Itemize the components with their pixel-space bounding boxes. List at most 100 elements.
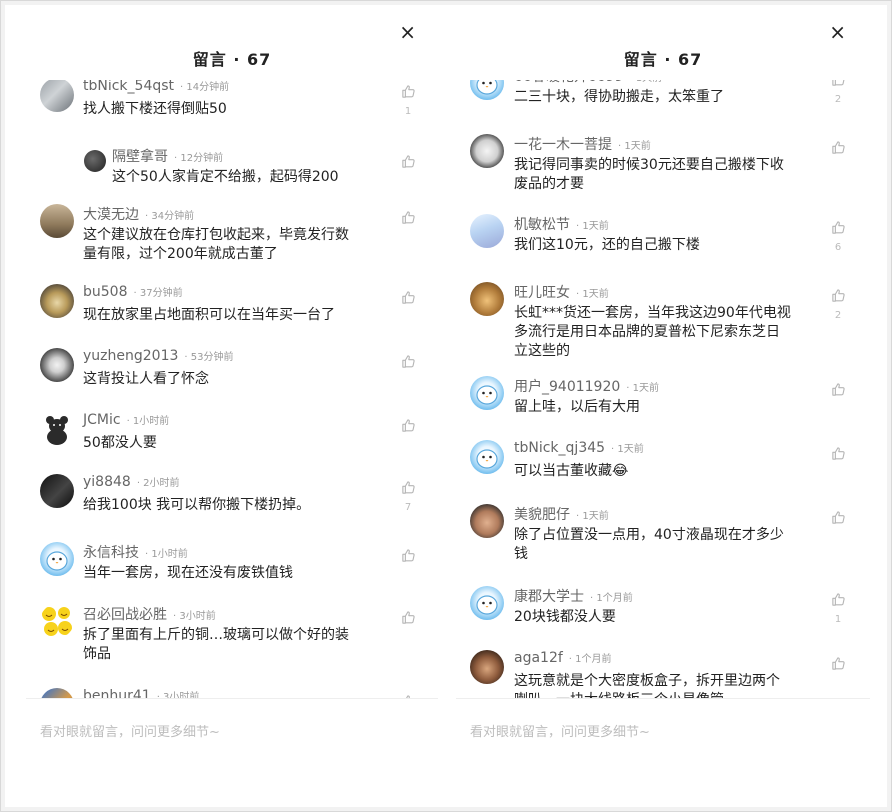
thumbs-up-icon[interactable]: [396, 480, 420, 495]
avatar[interactable]: [40, 412, 74, 446]
like-button[interactable]: [396, 290, 420, 323]
comment-username[interactable]: 旺儿旺女 · 1天前: [514, 282, 609, 302]
like-button[interactable]: [826, 446, 850, 479]
avatar[interactable]: [40, 474, 74, 508]
comment-username[interactable]: tbNick_qj345 · 1天前: [514, 440, 644, 456]
comment-username[interactable]: 大漠无边 · 34分钟前: [83, 204, 194, 224]
comment-input-bar[interactable]: 看对眼就留言，问问更多细节~: [26, 698, 438, 790]
avatar[interactable]: [40, 604, 74, 638]
comment-input-placeholder[interactable]: 看对眼就留言，问问更多细节~: [40, 721, 220, 740]
thumbs-up-icon[interactable]: [396, 84, 420, 99]
username-text[interactable]: 康郡大学士: [514, 589, 584, 605]
thumbs-up-icon[interactable]: [826, 656, 850, 671]
comment-username[interactable]: 康郡大学士 · 1个月前: [514, 586, 633, 606]
thumbs-up-icon[interactable]: [396, 210, 420, 225]
avatar[interactable]: [40, 348, 74, 382]
like-button[interactable]: [826, 382, 850, 415]
comment-username[interactable]: 隔壁拿哥 · 12分钟前: [112, 146, 223, 166]
comment-username[interactable]: 召必回战必胜 · 3小时前: [83, 604, 216, 624]
comment-username[interactable]: tbNick_54qst · 14分钟前: [83, 80, 229, 94]
thumbs-up-icon[interactable]: [826, 288, 850, 303]
comment-username[interactable]: bu508 · 37分钟前: [83, 284, 183, 300]
thumbs-up-icon[interactable]: [826, 140, 850, 155]
close-icon[interactable]: ×: [829, 22, 846, 44]
thumbs-up-icon[interactable]: [396, 154, 420, 169]
like-button[interactable]: 7: [396, 480, 420, 513]
avatar[interactable]: [40, 80, 74, 112]
username-text[interactable]: tbNick_qj345: [514, 440, 605, 456]
username-text[interactable]: aga12f: [514, 650, 563, 666]
avatar[interactable]: [40, 204, 74, 238]
avatar[interactable]: [470, 134, 504, 168]
avatar[interactable]: [470, 282, 504, 316]
comment-username[interactable]: aga12f · 1个月前: [514, 650, 612, 666]
comment-username[interactable]: yuzheng2013 · 53分钟前: [83, 348, 233, 364]
username-text[interactable]: 66春暖花开6699: [514, 80, 623, 85]
comment-username[interactable]: JCMic · 1小时前: [83, 412, 169, 428]
thumbs-up-icon[interactable]: [826, 220, 850, 235]
comment-input-bar[interactable]: 看对眼就留言，问问更多细节~: [456, 698, 870, 790]
thumbs-up-icon[interactable]: [826, 80, 850, 87]
thumbs-up-icon[interactable]: [396, 290, 420, 305]
comment-username[interactable]: yi8848 · 2小时前: [83, 474, 180, 490]
avatar[interactable]: [40, 688, 74, 698]
username-text[interactable]: 美貌肥仔: [514, 507, 570, 523]
username-text[interactable]: 一花一木一菩提: [514, 137, 612, 153]
username-text[interactable]: bu508: [83, 284, 127, 300]
like-button[interactable]: 1: [826, 592, 850, 625]
like-button[interactable]: [826, 140, 850, 173]
like-button[interactable]: [396, 548, 420, 581]
like-button[interactable]: [826, 510, 850, 543]
avatar[interactable]: [470, 504, 504, 538]
like-button[interactable]: [396, 154, 420, 187]
username-text[interactable]: 永信科技: [83, 545, 139, 561]
username-text[interactable]: 机敏松节: [514, 217, 570, 233]
thumbs-up-icon[interactable]: [396, 610, 420, 625]
comment-username[interactable]: benhur41 · 3小时前: [83, 688, 199, 698]
avatar[interactable]: [470, 376, 504, 410]
like-button[interactable]: 2: [826, 80, 850, 105]
thumbs-up-icon[interactable]: [826, 382, 850, 397]
thumbs-up-icon[interactable]: [396, 418, 420, 433]
avatar[interactable]: [40, 542, 74, 576]
like-button[interactable]: 6: [826, 220, 850, 253]
thumbs-up-icon[interactable]: [826, 510, 850, 525]
avatar[interactable]: [470, 440, 504, 474]
like-button[interactable]: [396, 418, 420, 451]
like-button[interactable]: 1: [396, 84, 420, 117]
thumbs-up-icon[interactable]: [826, 446, 850, 461]
username-text[interactable]: 大漠无边: [83, 207, 139, 223]
comment-username[interactable]: 永信科技 · 1小时前: [83, 542, 188, 562]
thumbs-up-icon[interactable]: [826, 592, 850, 607]
username-text[interactable]: benhur41: [83, 688, 151, 698]
comment-input-placeholder[interactable]: 看对眼就留言，问问更多细节~: [470, 721, 650, 740]
avatar[interactable]: [84, 150, 106, 172]
comment-username[interactable]: 66春暖花开6699 · 1天前: [514, 80, 662, 86]
comment-username[interactable]: 美貌肥仔 · 1天前: [514, 504, 609, 524]
username-text[interactable]: yi8848: [83, 474, 131, 490]
comment-username[interactable]: 机敏松节 · 1天前: [514, 214, 609, 234]
username-text[interactable]: JCMic: [83, 412, 121, 428]
username-text[interactable]: 旺儿旺女: [514, 285, 570, 301]
username-text[interactable]: 隔壁拿哥: [112, 149, 168, 165]
avatar[interactable]: [470, 80, 504, 100]
like-button[interactable]: 2: [826, 288, 850, 321]
avatar[interactable]: [470, 586, 504, 620]
like-button[interactable]: [826, 656, 850, 689]
username-text[interactable]: tbNick_54qst: [83, 80, 174, 94]
avatar[interactable]: [470, 650, 504, 684]
comment-username[interactable]: 用户_94011920 · 1天前: [514, 376, 659, 396]
username-text[interactable]: yuzheng2013: [83, 348, 178, 364]
like-button[interactable]: [396, 354, 420, 387]
thumbs-up-icon[interactable]: [396, 548, 420, 563]
thumbs-up-icon[interactable]: [396, 354, 420, 369]
username-text[interactable]: 召必回战必胜: [83, 607, 167, 623]
close-icon[interactable]: ×: [399, 22, 416, 44]
like-count: [396, 633, 420, 643]
like-button[interactable]: [396, 610, 420, 643]
comment-username[interactable]: 一花一木一菩提 · 1天前: [514, 134, 651, 154]
username-text[interactable]: 用户_94011920: [514, 379, 620, 395]
avatar[interactable]: [470, 214, 504, 248]
like-button[interactable]: [396, 210, 420, 243]
avatar[interactable]: [40, 284, 74, 318]
